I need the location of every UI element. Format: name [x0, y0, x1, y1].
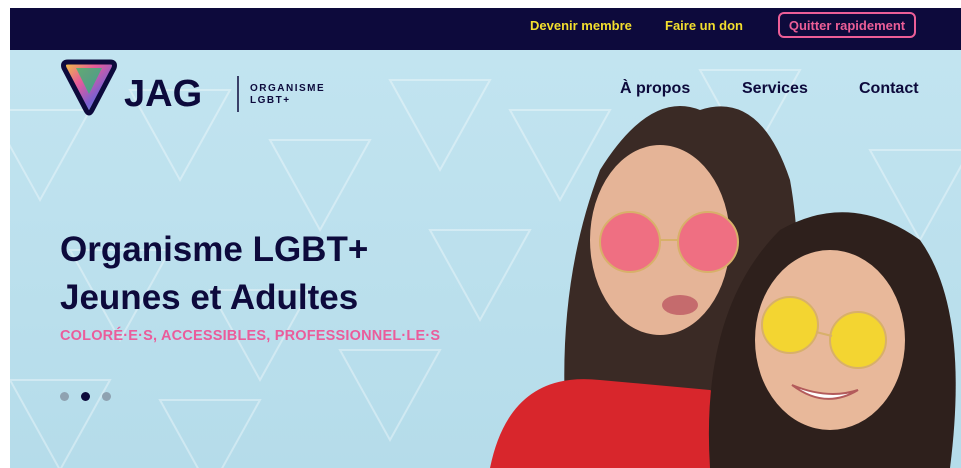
donate-link[interactable]: Faire un don	[665, 18, 743, 33]
jag-logo[interactable]: JAG ORGANISME LGBT+	[58, 58, 358, 120]
carousel-dot-1[interactable]	[60, 392, 69, 401]
logo-wordmark: JAG	[124, 73, 202, 115]
page-frame: Devenir membre Faire un don Quitter rapi…	[10, 8, 961, 468]
logo-subtitle-line2: LGBT+	[250, 95, 291, 106]
hero-title: Organisme LGBT+ Jeunes et Adultes	[60, 226, 368, 322]
carousel-dot-2[interactable]	[81, 392, 90, 401]
become-member-link[interactable]: Devenir membre	[530, 18, 632, 33]
quick-exit-button[interactable]: Quitter rapidement	[778, 12, 916, 38]
carousel-dot-3[interactable]	[102, 392, 111, 401]
nav-about[interactable]: À propos	[620, 80, 690, 98]
hero-title-line1: Organisme LGBT+	[60, 230, 369, 269]
logo-subtitle-line1: ORGANISME	[250, 83, 325, 94]
hero-banner: JAG ORGANISME LGBT+ À propos Services Co…	[10, 50, 961, 468]
hero-photo	[490, 106, 956, 468]
top-utility-bar: Devenir membre Faire un don Quitter rapi…	[10, 8, 961, 50]
hero-tagline: COLORÉ·E·S, ACCESSIBLES, PROFESSIONNEL·L…	[60, 328, 441, 344]
hero-title-line2: Jeunes et Adultes	[60, 278, 359, 317]
nav-contact[interactable]: Contact	[859, 80, 919, 98]
nav-services[interactable]: Services	[742, 80, 808, 98]
